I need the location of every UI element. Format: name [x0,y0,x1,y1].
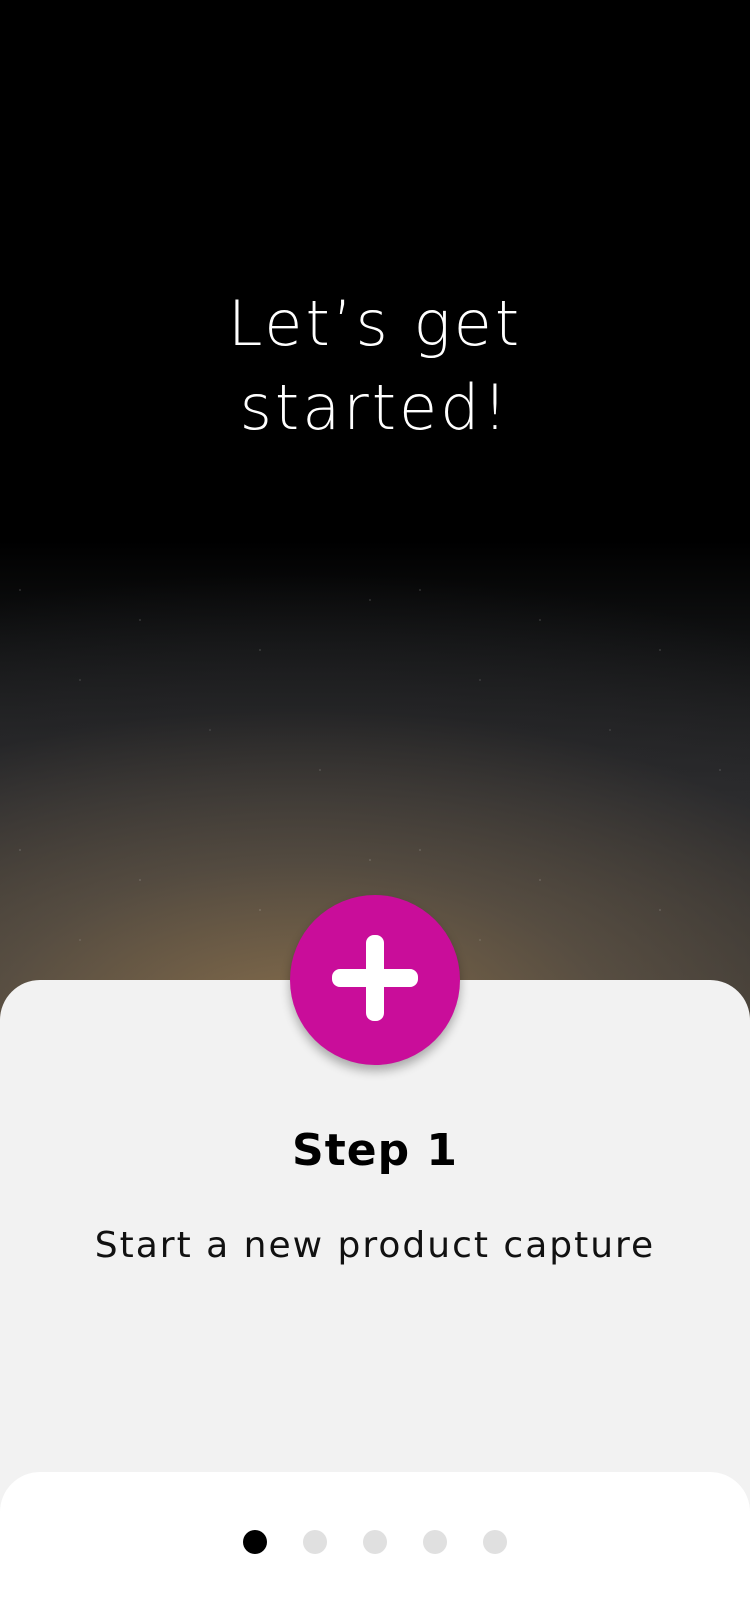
onboarding-screen: Let’s get started! Step 1 Start a new pr… [0,0,750,1624]
hero-title-line-1: Let’s get [227,287,523,360]
page-dot-4[interactable] [423,1530,447,1554]
page-dot-1[interactable] [243,1530,267,1554]
page-dot-3[interactable] [363,1530,387,1554]
add-capture-button[interactable] [290,895,460,1065]
hero-title-line-2: started! [239,371,511,444]
step-title: Step 1 [292,1125,458,1176]
page-dot-2[interactable] [303,1530,327,1554]
page-dot-5[interactable] [483,1530,507,1554]
hero-title: Let’s get started! [0,282,750,450]
pagination-dots [0,1530,750,1554]
plus-icon-bar [332,969,418,987]
step-description: Start a new product capture [94,1225,656,1266]
